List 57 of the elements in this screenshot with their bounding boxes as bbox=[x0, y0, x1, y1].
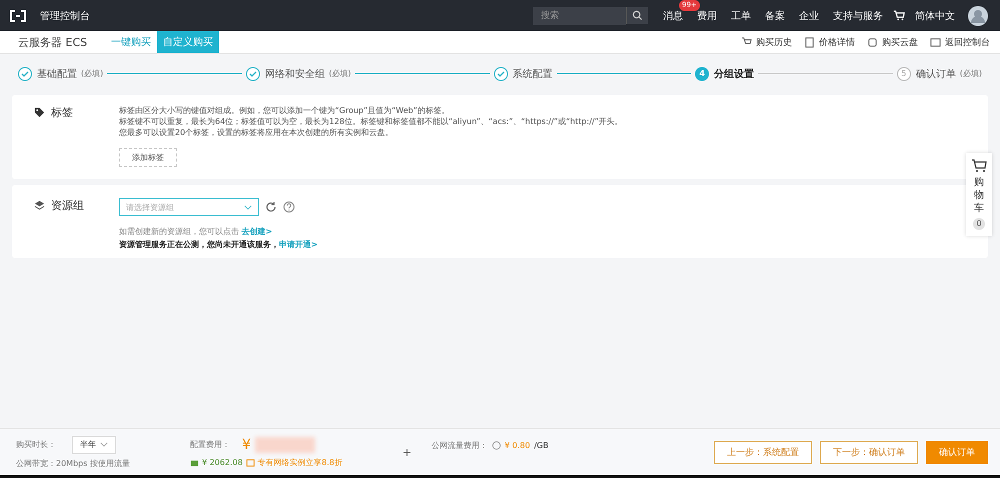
product-title: 云服务器 ECS bbox=[18, 34, 88, 50]
tags-label: 标签 bbox=[51, 105, 73, 120]
create-hint: 如需创建新的资源组，您可以点击 bbox=[119, 227, 239, 236]
service-notice: 资源管理服务正在公测，您尚未开通该服务， bbox=[119, 240, 279, 249]
add-tag-button[interactable]: 添加标签 bbox=[119, 148, 177, 167]
nav-link[interactable]: 支持与服务 bbox=[833, 8, 883, 22]
step-label: 确认订单 bbox=[916, 68, 956, 80]
currency-symbol: ¥ bbox=[242, 436, 251, 452]
tag-icon bbox=[34, 107, 45, 118]
plus-sign: + bbox=[402, 446, 412, 458]
header-link[interactable]: 购买云盘 bbox=[882, 36, 918, 48]
header-link[interactable]: 返回控制台 bbox=[945, 36, 990, 48]
nav-link[interactable]: 工单 bbox=[731, 8, 751, 22]
blurred-price bbox=[254, 436, 315, 452]
tags-description: 标签由区分大小写的键值对组成。例如，您可以添加一个键为“Group”且值为“Web”的标签。 bbox=[119, 105, 450, 116]
traffic-fee-label: 公网流量费用： bbox=[432, 440, 488, 450]
step-indicator: 4 bbox=[695, 66, 710, 80]
refresh-icon[interactable] bbox=[265, 201, 277, 213]
caret-icon bbox=[244, 204, 252, 210]
step-note: (必填) bbox=[328, 68, 352, 79]
nav-link[interactable]: 消息 bbox=[663, 8, 683, 22]
avatar-icon[interactable] bbox=[968, 6, 988, 26]
header-link[interactable]: 购买历史 bbox=[756, 36, 792, 48]
duration-label: 购买时长： bbox=[16, 439, 56, 450]
resource-group-label: 资源组 bbox=[51, 198, 84, 213]
nav-link[interactable]: 费用 bbox=[697, 8, 717, 22]
logo-icon[interactable] bbox=[10, 10, 26, 22]
step-label: 分组设置 bbox=[714, 68, 754, 80]
nav-link[interactable]: 企业 bbox=[799, 8, 819, 22]
step-label: 系统配置 bbox=[512, 68, 553, 80]
duration-select[interactable]: 半年 bbox=[72, 436, 116, 454]
step-note: (必填) bbox=[81, 68, 104, 79]
cart-label: 购物车 bbox=[974, 176, 984, 215]
traffic-unit: /GB bbox=[534, 440, 548, 450]
cart-count: 0 bbox=[973, 218, 985, 230]
nav-link[interactable]: 备案 bbox=[765, 8, 785, 22]
config-fee-label: 配置费用： bbox=[190, 439, 230, 450]
tags-description: 标签键不可以重复，最长为64位；标签值可以为空，最长为128位。标签键和标签值都不能以“aliyun”、“acs:”、“https://”或“http://”开头。 bbox=[119, 116, 624, 127]
promo-text: 专有网络实例立享8.8折 bbox=[258, 456, 342, 468]
search-icon[interactable] bbox=[626, 7, 648, 24]
search-field[interactable]: 搜索 bbox=[533, 6, 626, 24]
step-label: 基础配置 bbox=[37, 68, 77, 80]
traffic-price: ¥ 0.80 bbox=[504, 440, 530, 450]
step-note: (必填) bbox=[960, 68, 982, 79]
layers-icon bbox=[34, 200, 45, 211]
cart-icon[interactable] bbox=[893, 10, 905, 21]
step-indicator: 5 bbox=[896, 66, 911, 80]
tags-description: 您最多可以设置20个标签，设置的标签将应用在本次创建的所有实例和云盘。 bbox=[119, 127, 394, 138]
bandwidth-info: 公网带宽：20Mbps 按使用流量 bbox=[16, 458, 130, 468]
step-label: 网络和安全组 bbox=[264, 68, 325, 80]
nav-link[interactable]: 简体中文 bbox=[915, 8, 955, 22]
caret-icon bbox=[100, 442, 108, 447]
header-link[interactable]: 价格详情 bbox=[819, 36, 855, 48]
console-title[interactable]: 管理控制台 bbox=[40, 8, 90, 22]
cart-panel[interactable]: 购物车 0 bbox=[966, 153, 992, 236]
saving-amount: ¥ 2062.08 bbox=[202, 458, 243, 466]
cart-icon bbox=[971, 159, 987, 173]
